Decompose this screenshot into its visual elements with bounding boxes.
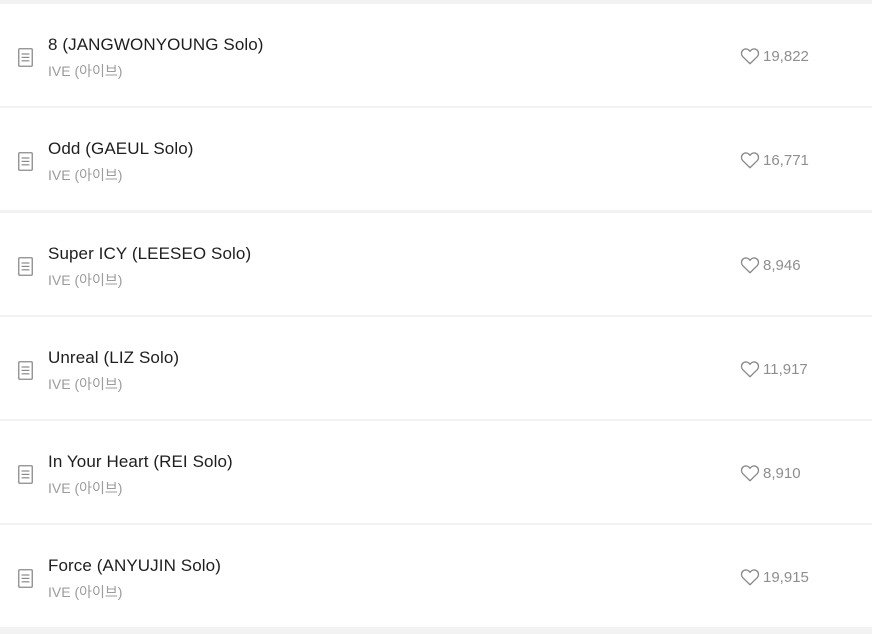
heart-outline-icon <box>740 361 760 378</box>
like-count: 19,822 <box>763 47 809 65</box>
song-title[interactable]: In Your Heart (REI Solo) <box>48 452 233 472</box>
artist-name[interactable]: IVE (아이브) <box>48 165 122 185</box>
like-button[interactable]: 8,946 <box>740 254 801 276</box>
song-row[interactable]: Super ICY (LEESEO Solo) IVE (아이브) 8,946 <box>0 213 872 315</box>
lyrics-document-icon[interactable] <box>18 257 33 276</box>
artist-name[interactable]: IVE (아이브) <box>48 61 122 81</box>
lyrics-document-icon[interactable] <box>18 465 33 484</box>
song-title[interactable]: Force (ANYUJIN Solo) <box>48 556 221 576</box>
like-button[interactable]: 11,917 <box>740 358 808 380</box>
song-title[interactable]: Odd (GAEUL Solo) <box>48 139 194 159</box>
lyrics-document-icon[interactable] <box>18 569 33 588</box>
like-button[interactable]: 19,822 <box>740 45 809 67</box>
song-row[interactable]: In Your Heart (REI Solo) IVE (아이브) 8,910 <box>0 421 872 523</box>
song-title[interactable]: Unreal (LIZ Solo) <box>48 348 179 368</box>
song-row[interactable]: Force (ANYUJIN Solo) IVE (아이브) 19,915 <box>0 525 872 627</box>
song-title[interactable]: 8 (JANGWONYOUNG Solo) <box>48 35 264 55</box>
lyrics-document-icon[interactable] <box>18 48 33 67</box>
heart-outline-icon <box>740 257 760 274</box>
like-count: 16,771 <box>763 151 809 169</box>
lyrics-document-icon[interactable] <box>18 152 33 171</box>
heart-outline-icon <box>740 465 760 482</box>
heart-outline-icon <box>740 152 760 169</box>
song-list: 8 (JANGWONYOUNG Solo) IVE (아이브) 19,822 O… <box>0 0 872 634</box>
like-button[interactable]: 16,771 <box>740 149 809 171</box>
song-title[interactable]: Super ICY (LEESEO Solo) <box>48 244 251 264</box>
artist-name[interactable]: IVE (아이브) <box>48 582 122 602</box>
like-count: 19,915 <box>763 568 809 586</box>
song-row[interactable]: Odd (GAEUL Solo) IVE (아이브) 16,771 <box>0 108 872 210</box>
like-button[interactable]: 8,910 <box>740 462 801 484</box>
heart-outline-icon <box>740 48 760 65</box>
like-count: 11,917 <box>763 360 808 378</box>
artist-name[interactable]: IVE (아이브) <box>48 270 122 290</box>
artist-name[interactable]: IVE (아이브) <box>48 374 122 394</box>
heart-outline-icon <box>740 569 760 586</box>
like-count: 8,910 <box>763 464 801 482</box>
like-count: 8,946 <box>763 256 801 274</box>
artist-name[interactable]: IVE (아이브) <box>48 478 122 498</box>
lyrics-document-icon[interactable] <box>18 361 33 380</box>
like-button[interactable]: 19,915 <box>740 566 809 588</box>
song-row[interactable]: Unreal (LIZ Solo) IVE (아이브) 11,917 <box>0 317 872 419</box>
song-row[interactable]: 8 (JANGWONYOUNG Solo) IVE (아이브) 19,822 <box>0 4 872 106</box>
